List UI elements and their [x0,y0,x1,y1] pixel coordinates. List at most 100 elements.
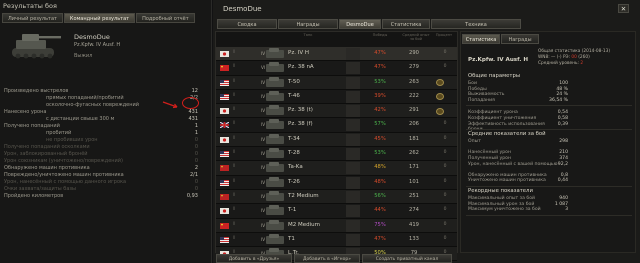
nation-flag-icon [220,222,229,229]
avg-experience: 222 [409,92,419,99]
tab-statistics[interactable]: Статистика [382,19,430,29]
vehicle-row[interactable]: II IV Pz. IV H 47% 290 0 [216,47,457,62]
highlight-circle [182,97,199,109]
tier-label: IV [261,51,266,56]
battles-box [346,133,360,146]
tier-label: IV [261,79,266,85]
stat-value: 0 [194,137,198,144]
vehicle-row[interactable]: II IV Ta-Ka 48% 171 0 [216,161,457,176]
stats-item: Коэффициент урона 0,54 [468,110,568,115]
stat-value: 0 [194,151,198,158]
vehicle-row[interactable]: II VI Pz. 38 nA 47% 279 0 [216,61,457,76]
stats-item: Полученный урон 374 [468,156,568,161]
tab-vehicle-awards[interactable]: Награды [501,34,539,44]
player-window-title: DesmoDue [223,5,262,13]
vehicle-row[interactable]: II IV Pz. 38 (t) 42% 291 [216,104,457,119]
stat-value: 1 [194,130,198,137]
vehicle-row[interactable]: II IV T-1 44% 274 0 [216,204,457,219]
vehicle-row[interactable]: II IV T1 47% 133 0 [216,232,457,248]
stat-value: 0 [194,144,198,151]
create-private-channel-button[interactable]: Создать приватный канал [362,254,452,263]
nation-flag-icon [220,151,229,158]
tier-label: IV [261,151,266,157]
vehicle-row[interactable]: II IV T-34 45% 181 0 [216,132,457,148]
stat-row: Произведено выстрелов 12 [4,88,198,95]
vehicle-row[interactable]: II IV T2 Medium 56% 251 0 [216,189,457,205]
stat-value: 431 [188,109,198,116]
vehicle-icon [266,162,284,173]
vehicle-row[interactable]: II IV T-46 39% 222 [216,89,457,105]
tab-player[interactable]: DesmoDue [339,19,381,29]
wn8-extra: (260) [578,55,590,60]
avg-experience: 419 [409,221,419,228]
tab-summary[interactable]: Сводка [217,19,277,29]
win-rate: 42% [374,107,386,114]
avg-experience: 101 [409,178,419,185]
vehicle-name: T-34 [288,135,300,142]
stats-item-label: Выживаемость [468,92,505,98]
vehicle-row[interactable]: II IV T-50 53% 263 [216,75,457,90]
tab-detailed-report[interactable]: Подробный отчёт [136,13,195,23]
stats-section-title: Рекордные показатели [468,188,533,194]
tab-personal-result[interactable]: Личный результат [2,13,63,23]
vehicle-row[interactable]: II IV M2 Medium 75% 419 0 [216,218,457,233]
vehicle-row[interactable]: II IV T-28 53% 262 0 [216,147,457,162]
stats-item-label: Победы [468,86,487,92]
wn8-label: WN8: — (-) РЭ: [538,55,570,60]
battles-box [346,233,360,246]
nation-flag-icon [220,193,229,200]
header-wins[interactable]: Победы [368,33,392,37]
stats-item-label: Уничтожено машин противника [468,178,546,184]
vehicle-name: T1 [288,235,295,242]
rank-label: II [233,134,236,140]
add-ignore-button[interactable]: Добавить в «Игнор» [294,254,360,263]
vehicle-name: Pz. 38 nA [288,64,314,71]
stat-value: 0 [194,158,198,165]
nation-flag-icon [220,51,229,57]
avg-experience: 251 [409,192,419,199]
stat-value: 0,93 [186,193,198,200]
vehicle-icon [266,190,284,201]
vehicle-list: II IV Pz. IV H 47% 290 0 II VI Pz. 38 nA 47% 279 0 I… [216,47,457,262]
avg-experience: 181 [409,135,419,142]
player-name: DesmoDue [74,33,110,41]
stats-section-title: Общие параметры [468,73,521,79]
vehicle-row[interactable]: II IV Pz. 38 (f) 57% 206 0 [216,118,457,133]
vehicle-row[interactable]: II IV T-26 48% 101 0 [216,175,457,190]
nation-flag-icon [220,136,229,143]
vehicle-icon [266,48,284,58]
nation-flag-icon [220,208,229,215]
tab-awards[interactable]: Награды [278,19,338,29]
tier-label: IV [261,165,266,171]
vehicle-icon [266,219,284,230]
stat-value: 0 [194,186,198,193]
stats-item-value: 100 [559,81,568,86]
rank-label: II [233,149,236,155]
nation-flag-icon [220,93,229,100]
tab-vehicle-statistics[interactable]: Статистика [462,34,500,44]
tab-team-result[interactable]: Командный результат [63,13,136,23]
header-tank[interactable]: Танк [288,33,328,37]
tier-label: IV [261,193,266,199]
mastery-badge-icon [436,107,444,115]
add-friend-button[interactable]: Добавить в «Друзья» [216,254,292,263]
close-button[interactable]: ✕ [618,4,629,13]
stats-item-label: Урон, нанесённый с вашей помощью [468,161,558,167]
rank-label: II [233,106,236,112]
stats-item: Коэффициент уничтожения 0,58 [468,116,568,121]
vehicle-name: T-1 [288,207,297,214]
vehicle-icon [266,62,284,73]
tab-vehicles[interactable]: Техника [431,19,521,29]
battle-results-tabs: Личный результат Командный результат Под… [2,13,195,23]
stats-item-value: 0,58 [557,116,568,121]
header-avg-exp[interactable]: Средний опыт за бой [400,33,432,41]
win-rate: 48% [374,164,386,171]
stat-label: Урон, нанесённый с помощью данного игрок… [4,179,127,186]
header-percent[interactable]: Процент [432,33,456,37]
percent-value: 0 [443,192,447,198]
rank-label: II [233,91,236,97]
rank-label: II [233,77,236,83]
stat-label: Пройдено километров [4,193,64,200]
player-battle-outcome: Выжил [74,53,93,59]
nation-flag-icon [220,108,229,115]
